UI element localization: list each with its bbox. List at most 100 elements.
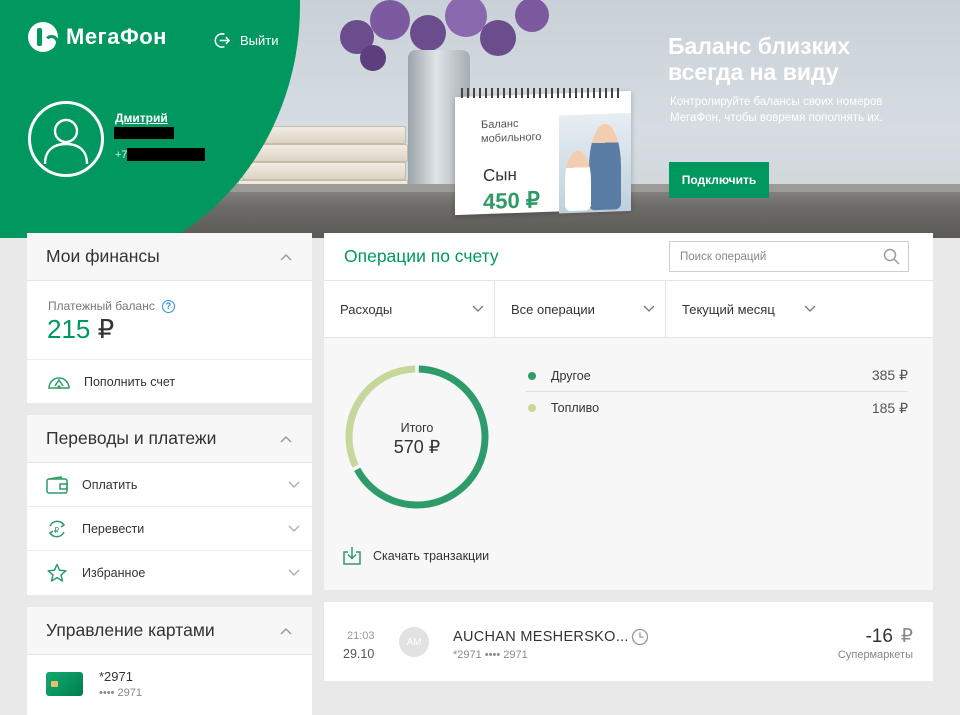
cards-title: Управление картами [46,620,215,640]
calendar-amount: 450 ₽ [483,187,540,215]
calendar-caption: Баланс мобильного [481,117,542,146]
legend-item[interactable]: Топливо 185 ₽ [526,392,908,424]
operations-panel: Операции по счету Расходы Все операции Т… [324,233,933,590]
cards-panel: Управление картами *2971 •••• 2971 [27,607,312,715]
filter-type-value: Расходы [340,301,393,317]
user-name-link[interactable]: Дмитрий [115,111,168,125]
pay-label: Оплатить [82,477,138,492]
avatar[interactable] [28,101,104,177]
balance-currency: ₽ [97,314,115,344]
download-label: Скачать транзакции [373,549,490,563]
transfer-icon: ₽ [48,520,66,537]
payments-title: Переводы и платежи [46,428,217,448]
phone-prefix: +7 [115,149,128,161]
chevron-down-icon [288,525,300,532]
brand-name: МегаФон [66,24,167,49]
favorites-label: Избранное [82,566,146,580]
filter-operations-value: Все операции [511,301,595,317]
topup-button[interactable]: Пополнить счет [27,359,312,403]
chevron-down-icon [288,569,300,576]
promo-text: Контролируйте балансы своих номеров Мега… [670,96,883,124]
transaction-date: 29.10 [343,647,375,661]
legend-name: Топливо [551,401,600,415]
chevron-up-icon [280,253,292,260]
payments-header[interactable]: Переводы и платежи [27,415,312,463]
legend-dot-other [528,371,536,380]
legend-name: Другое [551,368,591,383]
payments-item-transfer[interactable]: ₽ Перевести [27,507,312,551]
transaction-account: *2971 •••• 2971 [453,649,528,661]
logout-button[interactable]: Выйти [213,31,279,50]
search-icon[interactable] [883,248,900,265]
transaction-currency: ₽ [900,626,913,647]
filter-type-dropdown[interactable]: Расходы [324,281,495,337]
download-transactions-link[interactable]: Скачать транзакции [342,546,489,566]
transaction-time: 21:03 [347,630,375,642]
balance-label-row: Платежный баланс ? [48,299,175,313]
calendar-who: Сын [483,164,517,186]
filter-period-value: Текущий месяц [682,301,775,317]
redacted-phone [127,148,205,161]
merchant-avatar: AM [399,627,429,657]
card-mask: •••• 2971 [99,687,142,699]
donut-total-label: Итого [401,421,434,435]
promo-title: Баланс близких всегда на виду [668,33,851,85]
transfer-label: Перевести [82,521,145,536]
card-number: *2971 [99,669,133,684]
megafon-logo-icon [28,22,59,52]
payments-item-pay[interactable]: Оплатить [27,463,312,507]
search-input[interactable] [680,250,883,263]
chart-legend: Другое 385 ₽ Топливо 185 ₽ [526,360,908,424]
megafon-logo[interactable]: МегаФон [28,22,167,52]
clock-icon [631,628,649,646]
chevron-down-icon [643,305,655,312]
wallet-icon [46,475,68,494]
topup-label: Пополнить счет [84,374,176,389]
donut-total-value: 570 ₽ [394,437,441,457]
transaction-row[interactable]: 21:03 29.10 AM AUCHAN MESHERSKO... *2971… [324,602,933,681]
chevron-down-icon [288,481,300,488]
download-icon [343,547,361,565]
card-item[interactable]: *2971 •••• 2971 [27,656,312,712]
balance-value: 215 [47,314,91,344]
legend-value: 185 ₽ [871,399,908,416]
filter-bar: Расходы Все операции Текущий месяц [324,281,933,338]
star-icon [47,563,67,582]
topup-icon [48,376,70,389]
family-photo [559,112,631,214]
user-avatar-icon [43,118,89,165]
payments-item-favorites[interactable]: Избранное [27,551,312,595]
transaction-amount: -16 ₽ [865,625,913,648]
chevron-down-icon [804,305,816,312]
redacted-surname [114,127,174,139]
balance-label: Платежный баланс [48,299,155,313]
expenses-donut-chart: Итого 570 ₽ [345,365,489,509]
payments-panel: Переводы и платежи Оплатить ₽ Перевести … [27,415,312,595]
logout-icon [214,33,231,48]
transaction-amount-value: -16 [865,626,893,647]
legend-dot-fuel [528,404,536,412]
finances-panel: Мои финансы Платежный баланс ? 215 ₽ Поп… [27,233,312,403]
cards-header[interactable]: Управление картами [27,607,312,655]
connect-button[interactable]: Подключить [669,162,769,198]
merchant-name: AUCHAN MESHERSKO... [453,629,629,645]
promo-banner: Баланс мобильного Сын 450 ₽ МегаФон Выйт… [0,0,960,238]
filter-period-dropdown[interactable]: Текущий месяц [666,281,826,337]
filter-operations-dropdown[interactable]: Все операции [495,281,666,337]
chevron-down-icon [472,305,484,312]
legend-item[interactable]: Другое 385 ₽ [526,360,908,392]
svg-text:₽: ₽ [54,526,59,535]
chevron-up-icon [280,627,292,634]
search-box [669,241,909,272]
operations-title: Операции по счету [344,246,499,266]
legend-value: 385 ₽ [871,367,908,383]
logout-label: Выйти [240,33,279,48]
balance-amount: 215 ₽ [47,314,114,345]
finances-title: Мои финансы [46,246,160,266]
finances-header[interactable]: Мои финансы [27,233,312,281]
chevron-up-icon [280,435,292,442]
expenses-chart-area: Итого 570 ₽ Другое 385 ₽ Топливо 185 ₽ С… [324,338,933,590]
transaction-category: Супермаркеты [837,649,913,661]
help-icon[interactable]: ? [161,299,175,313]
bank-card-icon [46,672,83,696]
